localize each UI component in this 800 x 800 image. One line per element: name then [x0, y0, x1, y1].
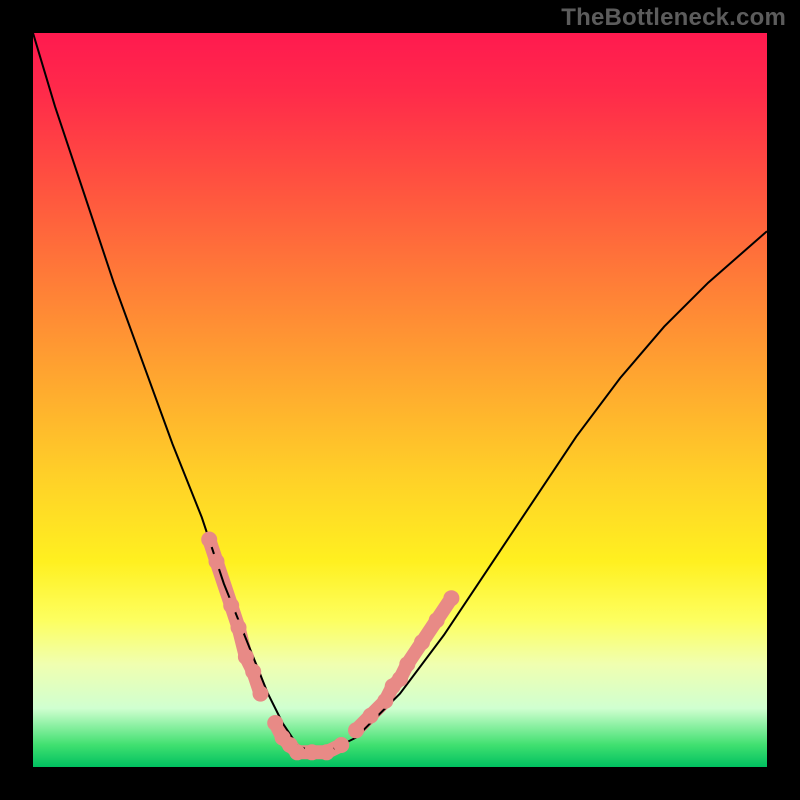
curve-svg	[33, 33, 767, 767]
marker-dot	[443, 590, 459, 606]
marker-dot	[223, 598, 239, 614]
watermark-text: TheBottleneck.com	[561, 4, 786, 32]
marker-dot	[377, 693, 393, 709]
marker-dot	[267, 715, 283, 731]
marker-dot	[392, 671, 408, 687]
marker-dot	[414, 634, 430, 650]
marker-dot	[253, 686, 269, 702]
marker-dot	[238, 649, 254, 665]
marker-dot	[304, 744, 320, 760]
plot-area	[33, 33, 767, 767]
bottleneck-curve	[33, 33, 767, 752]
marker-dot	[245, 664, 261, 680]
marker-dot	[348, 722, 364, 738]
marker-dot	[429, 612, 445, 628]
marker-dot	[399, 656, 415, 672]
marker-dot	[319, 744, 335, 760]
marker-dot	[231, 620, 247, 636]
chart-frame: TheBottleneck.com	[0, 0, 800, 800]
marker-dot	[333, 737, 349, 753]
marker-dot	[209, 554, 225, 570]
marker-dot	[201, 532, 217, 548]
marker-dot	[363, 708, 379, 724]
marker-dot	[289, 744, 305, 760]
